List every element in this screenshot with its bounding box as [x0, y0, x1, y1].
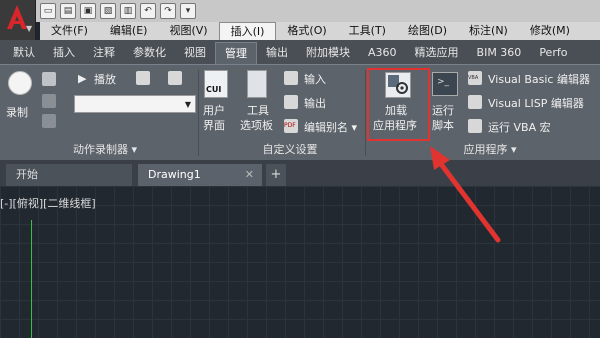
- quick-access-toolbar: ▭ ▤ ▣ ▧ ▥ ↶ ↷ ▾: [40, 2, 196, 20]
- menu-view[interactable]: 视图(V): [158, 22, 218, 40]
- tab-insert[interactable]: 插入: [44, 42, 84, 64]
- menu-format[interactable]: 格式(O): [276, 22, 337, 40]
- annotation-arrow-icon: [430, 146, 501, 243]
- tab-start[interactable]: 开始: [6, 164, 132, 186]
- panel-title-customize[interactable]: 自定义设置: [240, 142, 340, 158]
- tool-palettes-icon[interactable]: [247, 70, 267, 98]
- tab-a360[interactable]: A360: [359, 42, 406, 64]
- save-as-icon[interactable]: ▧: [100, 3, 116, 19]
- run-vba-icon[interactable]: [468, 119, 482, 133]
- menu-modify[interactable]: 修改(M): [519, 22, 581, 40]
- menu-file[interactable]: 文件(F): [40, 22, 99, 40]
- lisp-editor-label[interactable]: Visual LISP 编辑器: [488, 95, 584, 111]
- import-label[interactable]: 输入: [304, 71, 326, 87]
- viewport-controls[interactable]: [-][俯视][二维线框]: [0, 195, 96, 211]
- highlight-box: [367, 68, 430, 141]
- tool-palettes-label-1[interactable]: 工具: [247, 104, 269, 118]
- export-icon[interactable]: [284, 95, 298, 109]
- user-interface-icon[interactable]: CUI: [204, 70, 228, 98]
- panel-divider: [365, 70, 366, 156]
- new-icon[interactable]: ▭: [40, 3, 56, 19]
- user-interface-label-1[interactable]: 用户: [203, 104, 225, 118]
- open-icon[interactable]: ▤: [60, 3, 76, 19]
- macro-select-dropdown[interactable]: ▼: [74, 95, 196, 113]
- export-label[interactable]: 输出: [304, 95, 326, 111]
- application-menu-button[interactable]: ▼: [0, 0, 36, 40]
- user-interface-label-2[interactable]: 界面: [203, 119, 225, 133]
- tab-manage[interactable]: 管理: [215, 42, 257, 64]
- record-icon[interactable]: [8, 71, 32, 95]
- tab-drawing1[interactable]: Drawing1 ✕: [138, 164, 262, 186]
- chevron-down-icon: ▼: [26, 24, 33, 33]
- tab-parametric[interactable]: 参数化: [124, 42, 175, 64]
- panel-divider: [198, 70, 199, 156]
- tab-featured-apps[interactable]: 精选应用: [406, 42, 468, 64]
- record-label[interactable]: 录制: [6, 106, 28, 120]
- tab-addins[interactable]: 附加模块: [297, 42, 359, 64]
- pdf-icon[interactable]: PDF: [284, 119, 298, 133]
- vba-editor-label[interactable]: Visual Basic 编辑器: [488, 71, 590, 87]
- tab-view[interactable]: 视图: [175, 42, 215, 64]
- run-vba-label[interactable]: 运行 VBA 宏: [488, 119, 551, 135]
- manage-macros-icon[interactable]: [168, 71, 182, 85]
- vba-editor-icon[interactable]: VBA: [468, 71, 482, 85]
- run-script-label-2[interactable]: 脚本: [432, 119, 454, 133]
- import-icon[interactable]: [284, 71, 298, 85]
- user-input-icon: [42, 94, 56, 108]
- redo-icon[interactable]: ↷: [160, 3, 176, 19]
- tab-performance[interactable]: Perfo: [530, 42, 576, 64]
- play-icon[interactable]: ▶: [78, 72, 86, 85]
- run-script-label-1[interactable]: 运行: [432, 104, 454, 118]
- lisp-editor-icon[interactable]: [468, 95, 482, 109]
- menu-bar: 文件(F) 编辑(E) 视图(V) 插入(I) 格式(O) 工具(T) 绘图(D…: [40, 22, 600, 40]
- message-icon: [42, 72, 56, 86]
- print-icon[interactable]: ▥: [120, 3, 136, 19]
- tool-palettes-label-2[interactable]: 选项板: [240, 119, 273, 133]
- menu-insert[interactable]: 插入(I): [218, 22, 277, 40]
- tab-output[interactable]: 输出: [257, 42, 297, 64]
- preference-icon[interactable]: [136, 71, 150, 85]
- customize-qat-icon[interactable]: ▾: [180, 3, 196, 19]
- menu-edit[interactable]: 编辑(E): [99, 22, 159, 40]
- close-icon[interactable]: ✕: [245, 164, 254, 186]
- run-script-icon[interactable]: >_: [432, 72, 458, 96]
- menu-dimension[interactable]: 标注(N): [458, 22, 519, 40]
- menu-draw[interactable]: 绘图(D): [397, 22, 458, 40]
- tab-default[interactable]: 默认: [4, 42, 44, 64]
- chevron-down-icon: ▼: [184, 100, 191, 109]
- autocad-logo-icon: [7, 5, 27, 29]
- play-label[interactable]: 播放: [94, 71, 116, 87]
- edit-aliases-label[interactable]: 编辑别名 ▾: [304, 119, 357, 135]
- new-tab-button[interactable]: +: [266, 164, 286, 186]
- save-icon[interactable]: ▣: [80, 3, 96, 19]
- ribbon-tab-bar: 默认 插入 注释 参数化 视图 管理 输出 附加模块 A360 精选应用 BIM…: [0, 40, 600, 64]
- menu-tools[interactable]: 工具(T): [338, 22, 397, 40]
- tab-drawing1-label: Drawing1: [148, 168, 201, 181]
- undo-icon[interactable]: ↶: [140, 3, 156, 19]
- tab-bim360[interactable]: BIM 360: [468, 42, 531, 64]
- insert-base-point-icon: [42, 114, 56, 128]
- ucs-y-axis: [31, 220, 32, 338]
- panel-title-action-recorder[interactable]: 动作录制器 ▾: [30, 142, 180, 158]
- document-tab-bar: 开始 Drawing1 ✕ +: [0, 160, 600, 186]
- tab-annotate[interactable]: 注释: [84, 42, 124, 64]
